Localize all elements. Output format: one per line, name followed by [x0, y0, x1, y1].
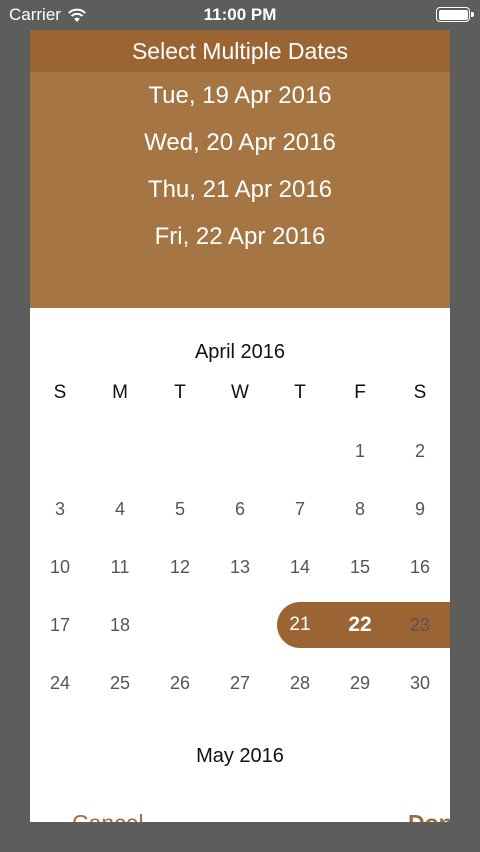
calendar-day[interactable]: 26	[150, 660, 210, 706]
calendar-day[interactable]: 19	[150, 602, 210, 648]
weekday-label: T	[294, 382, 306, 403]
calendar-day[interactable]: 21	[270, 602, 330, 648]
calendar-day[interactable]: 30	[390, 660, 450, 706]
weekday-label: F	[354, 382, 366, 403]
selected-date-item: Tue, 19 Apr 2016	[148, 82, 332, 109]
battery-icon	[436, 7, 474, 22]
calendar-day[interactable]: 20	[210, 602, 270, 648]
calendar-day[interactable]: 22	[330, 602, 390, 648]
date-picker-sheet: Select Multiple Dates Tue, 19 Apr 2016 We…	[30, 30, 450, 822]
calendar-day[interactable]: 17	[30, 602, 90, 648]
status-time: 11:00 PM	[203, 5, 277, 24]
selected-dates-list: Tue, 19 Apr 2016 Wed, 20 Apr 2016 Thu, 21 …	[30, 72, 450, 260]
calendar-day[interactable]: 23	[390, 602, 450, 648]
done-button[interactable]: Done	[408, 810, 450, 822]
calendar-day[interactable]: 6	[210, 486, 270, 532]
weekday-label: T	[174, 382, 186, 403]
calendar-day[interactable]: 27	[210, 660, 270, 706]
calendar-day[interactable]: 24	[30, 660, 90, 706]
calendar-day[interactable]: 25	[90, 660, 150, 706]
selected-date-item: Fri, 22 Apr 2016	[154, 223, 326, 250]
cancel-button[interactable]: Cancel	[72, 810, 144, 822]
calendar-day[interactable]: 10	[30, 544, 90, 590]
selected-dates-header: Select Multiple Dates Tue, 19 Apr 2016 We…	[30, 30, 450, 308]
next-month-title: May 2016	[196, 745, 284, 767]
calendar-day[interactable]: 14	[270, 544, 330, 590]
calendar-day[interactable]: 5	[150, 486, 210, 532]
status-bar: Carrier 11:00 PM	[0, 0, 480, 30]
calendar-day[interactable]: 7	[270, 486, 330, 532]
calendar-day[interactable]: 12	[150, 544, 210, 590]
selected-date-item: Thu, 21 Apr 2016	[147, 176, 333, 203]
calendar-day[interactable]: 29	[330, 660, 390, 706]
calendar-day[interactable]: 28	[270, 660, 330, 706]
calendar-day[interactable]: 11	[90, 544, 150, 590]
calendar-day[interactable]: 15	[330, 544, 390, 590]
weekday-label: S	[53, 382, 67, 403]
calendar-day[interactable]: 3	[30, 486, 90, 532]
calendar-day[interactable]: 2	[390, 428, 450, 474]
calendar-day[interactable]: 13	[210, 544, 270, 590]
selected-date-item: Wed, 20 Apr 2016	[144, 129, 336, 156]
header-title: Select Multiple Dates	[30, 30, 450, 72]
calendar-day[interactable]: 18	[90, 602, 150, 648]
weekday-header: SMTWTFS	[30, 382, 450, 406]
calendar-day[interactable]: 16	[390, 544, 450, 590]
calendar-day[interactable]: 1	[330, 428, 390, 474]
calendar-day[interactable]: 8	[330, 486, 390, 532]
weekday-label: M	[112, 382, 128, 403]
calendar-day[interactable]: 9	[390, 486, 450, 532]
month-title: April 2016	[194, 341, 286, 363]
weekday-label: W	[231, 382, 249, 403]
calendar-day[interactable]: 4	[90, 486, 150, 532]
weekday-label: S	[413, 382, 427, 403]
